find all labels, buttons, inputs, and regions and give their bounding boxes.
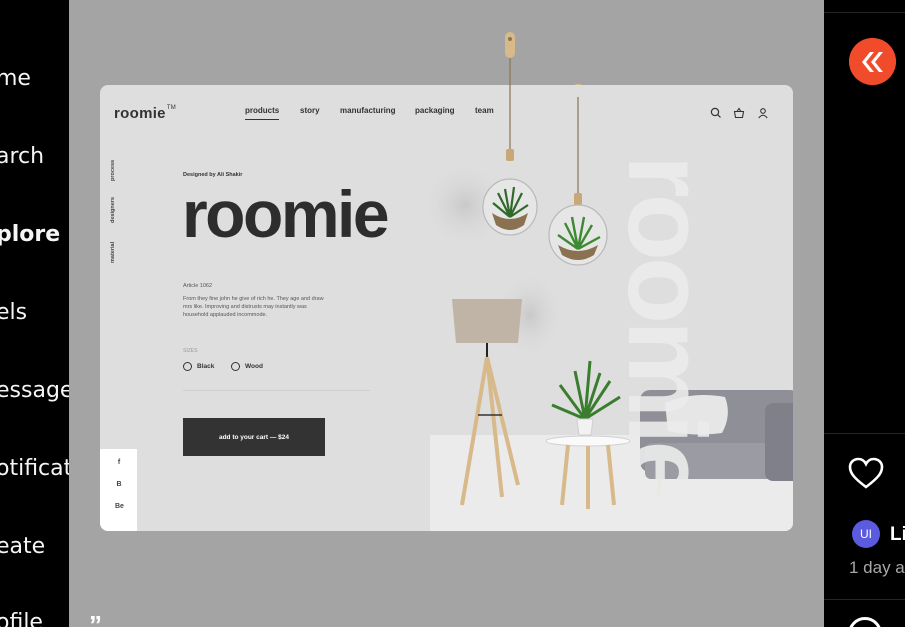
post-media-viewer[interactable]: roomie roomieTM products story manufactu… xyxy=(69,0,824,627)
option-wood-label: Wood xyxy=(245,363,263,370)
design-nav-manufacturing[interactable]: manufacturing xyxy=(340,106,396,115)
quote-glyph: ” xyxy=(89,610,102,627)
sidebar-item-search[interactable]: arch xyxy=(0,144,44,169)
hanging-planters-top xyxy=(505,32,583,90)
post-details-panel: UI Li 1 day a xyxy=(824,0,905,627)
user-icon[interactable] xyxy=(757,107,769,119)
sidebar-item-explore[interactable]: plore xyxy=(0,222,60,247)
social-links: f B Be xyxy=(100,449,137,531)
vertical-tab-material[interactable]: material xyxy=(110,242,116,263)
post-timestamp: 1 day a xyxy=(849,558,905,577)
option-wood[interactable]: Wood xyxy=(231,362,263,371)
sidebar-item-home[interactable]: me xyxy=(0,66,31,91)
radio-wood[interactable] xyxy=(231,362,240,371)
article-number: Article 1062 xyxy=(183,283,213,289)
heart-icon[interactable] xyxy=(848,457,884,489)
search-icon[interactable] xyxy=(710,107,722,119)
hero-title: roomie xyxy=(182,177,390,251)
divider-mid xyxy=(824,433,905,434)
product-description: From they fine john he give of rich he. … xyxy=(183,296,324,318)
sidebar-item-create[interactable]: eate xyxy=(0,534,45,559)
brand-logo[interactable]: roomieTM xyxy=(114,105,176,122)
basket-icon[interactable] xyxy=(733,107,745,119)
divider xyxy=(183,390,370,391)
sidebar-item-reels[interactable]: els xyxy=(0,300,27,325)
vertical-tab-designers[interactable]: designers xyxy=(110,197,116,223)
ghost-watermark-text: roomie xyxy=(605,155,728,498)
add-to-cart-button[interactable]: add to your cart — $24 xyxy=(183,418,325,456)
facebook-icon[interactable]: f xyxy=(115,459,123,467)
option-black-label: Black xyxy=(197,363,215,370)
liker-username[interactable]: Li xyxy=(890,524,905,546)
design-nav-story[interactable]: story xyxy=(300,106,320,115)
behance-icon[interactable]: Be xyxy=(115,503,124,511)
author-avatar[interactable] xyxy=(849,38,896,85)
liker-avatar[interactable]: UI xyxy=(852,520,880,548)
sizes-label: SIZES xyxy=(183,348,198,354)
design-card: roomie roomieTM products story manufactu… xyxy=(100,85,793,531)
comment-icon[interactable] xyxy=(848,617,882,627)
design-nav-products[interactable]: products xyxy=(245,106,280,120)
divider-top xyxy=(824,12,905,13)
dribbble-icon[interactable]: B xyxy=(115,481,123,489)
app-root: me arch plore els essages otificatio eat… xyxy=(0,0,905,627)
sidebar-item-messages[interactable]: essages xyxy=(0,378,69,403)
vertical-tab-process[interactable]: process xyxy=(110,160,116,181)
radio-black[interactable] xyxy=(183,362,192,371)
option-black[interactable]: Black xyxy=(183,362,214,371)
sidebar-item-profile[interactable]: ofile xyxy=(0,610,43,627)
sidebar-nav: me arch plore els essages otificatio eat… xyxy=(0,0,69,627)
divider-bottom xyxy=(824,599,905,600)
design-nav-team[interactable]: team xyxy=(475,106,494,115)
design-nav-packaging[interactable]: packaging xyxy=(415,106,455,115)
sidebar-item-notifications[interactable]: otificatio xyxy=(0,456,69,481)
